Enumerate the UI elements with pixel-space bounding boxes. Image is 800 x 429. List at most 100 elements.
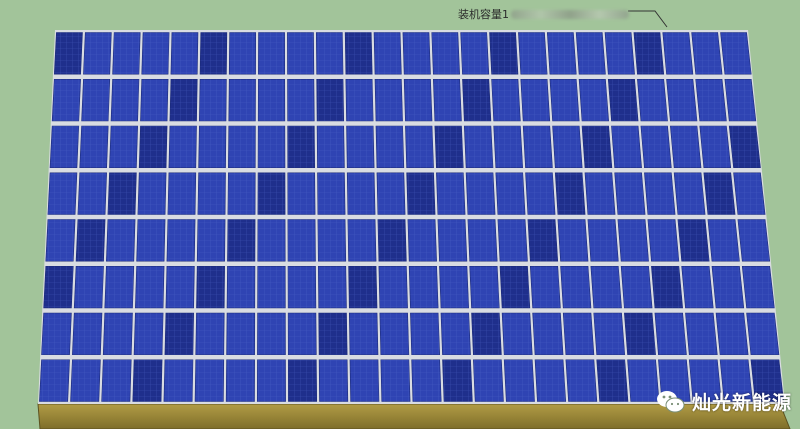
panel-cells bbox=[376, 172, 406, 215]
panel-cells bbox=[504, 359, 535, 402]
panel-cells bbox=[132, 359, 163, 402]
panel-cells bbox=[79, 126, 109, 168]
panel-cells bbox=[258, 126, 285, 168]
panel-cells bbox=[587, 219, 619, 262]
panel-cells bbox=[440, 313, 471, 355]
panel-cells bbox=[374, 32, 402, 75]
panel-cells bbox=[469, 266, 500, 308]
panel-cells bbox=[462, 79, 491, 121]
panel-cells bbox=[502, 313, 533, 355]
panel-cells bbox=[77, 172, 107, 215]
panel-cells bbox=[436, 172, 466, 215]
panel-cells bbox=[410, 313, 440, 355]
panel-cells bbox=[518, 32, 548, 75]
panel-cells bbox=[109, 126, 138, 168]
panel-cells bbox=[50, 126, 79, 168]
panel-cells bbox=[101, 359, 132, 402]
panel-cells bbox=[493, 126, 523, 168]
panel-cells bbox=[226, 359, 255, 402]
panel-cells bbox=[348, 266, 378, 308]
panel-cells bbox=[287, 32, 314, 75]
panel-cells bbox=[377, 219, 407, 262]
panel-cells bbox=[605, 32, 635, 75]
panel-cells bbox=[76, 219, 106, 262]
panel-cells bbox=[349, 359, 379, 402]
panel-cells bbox=[491, 79, 521, 121]
panel-cells bbox=[654, 313, 687, 355]
wechat-icon bbox=[656, 390, 685, 412]
panel-cells bbox=[563, 313, 594, 355]
panel-cells bbox=[47, 172, 77, 215]
panel-cells bbox=[257, 313, 286, 355]
panel-cells bbox=[565, 359, 597, 402]
panel-cells bbox=[579, 79, 609, 121]
panel-cells bbox=[375, 126, 404, 168]
panel-cells bbox=[590, 266, 622, 308]
panel-cells bbox=[621, 266, 653, 308]
panel-cells bbox=[83, 32, 112, 75]
panel-cells bbox=[677, 219, 710, 262]
panel-cells bbox=[195, 313, 225, 355]
capacity-annotation: 装机容量1 bbox=[458, 6, 629, 22]
panel-cells bbox=[681, 266, 714, 308]
panel-cells bbox=[535, 359, 566, 402]
panel-cells bbox=[380, 359, 411, 402]
panel-cells bbox=[141, 32, 170, 75]
panel-cells bbox=[166, 219, 196, 262]
panel-cells bbox=[640, 126, 672, 168]
panel-cells bbox=[287, 219, 316, 262]
panel-cells bbox=[552, 126, 583, 168]
panel-cells bbox=[691, 32, 723, 75]
panel-cells bbox=[81, 79, 110, 121]
panel-cells bbox=[742, 266, 775, 308]
panel-cells bbox=[442, 359, 473, 402]
panel-cells bbox=[560, 266, 591, 308]
panel-cells bbox=[287, 79, 315, 121]
panel-cells bbox=[746, 313, 779, 355]
panel-cells bbox=[647, 219, 679, 262]
panel-cells bbox=[347, 172, 376, 215]
panel-cells bbox=[200, 32, 227, 75]
panel-cells bbox=[724, 79, 756, 121]
panel-cells bbox=[467, 219, 498, 262]
panel-cells bbox=[674, 172, 706, 215]
panel-cells bbox=[720, 32, 752, 75]
panel-cells bbox=[499, 266, 530, 308]
panel-cells bbox=[196, 266, 225, 308]
panel-cells bbox=[317, 126, 345, 168]
panel-cells bbox=[228, 79, 256, 121]
panel-cells bbox=[72, 313, 102, 355]
panel-cells bbox=[257, 172, 286, 215]
watermark-text: 灿光新能源 bbox=[691, 392, 792, 414]
panel-cells bbox=[695, 79, 727, 121]
panel-cells bbox=[287, 172, 316, 215]
panel-cells bbox=[530, 266, 561, 308]
panel-cells bbox=[471, 313, 502, 355]
panel-cells bbox=[107, 172, 137, 215]
panel-cells bbox=[379, 313, 409, 355]
panel-cells bbox=[52, 79, 81, 121]
panel-cells bbox=[437, 219, 467, 262]
panel-cells bbox=[520, 79, 550, 121]
panel-cells bbox=[497, 219, 528, 262]
panel-cells bbox=[527, 219, 558, 262]
panel-cells bbox=[345, 32, 373, 75]
panel-cells bbox=[318, 266, 347, 308]
panel-cells bbox=[318, 313, 348, 355]
panel-cells bbox=[434, 126, 464, 168]
panel-cells bbox=[137, 172, 167, 215]
panel-cells bbox=[197, 172, 226, 215]
panel-cells bbox=[317, 219, 346, 262]
panel-cells bbox=[258, 79, 285, 121]
panel-cells bbox=[685, 313, 718, 355]
panel-cells bbox=[547, 32, 577, 75]
panel-cells bbox=[135, 266, 165, 308]
panel-cells bbox=[257, 219, 286, 262]
panel-cells bbox=[70, 359, 101, 402]
panel-cells bbox=[549, 79, 580, 121]
redacted-value bbox=[511, 9, 629, 19]
panel-cells bbox=[637, 79, 668, 121]
panel-cells bbox=[733, 172, 766, 215]
panel-cells bbox=[346, 126, 375, 168]
panel-cells bbox=[523, 126, 553, 168]
